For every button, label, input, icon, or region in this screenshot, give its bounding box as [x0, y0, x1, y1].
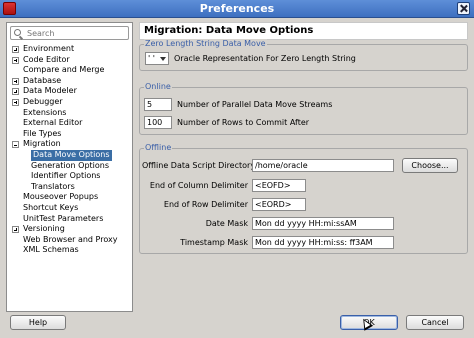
expand-icon[interactable] [12, 226, 19, 234]
col-delim-input[interactable] [253, 180, 305, 191]
zero-length-combo-value: ' ' [148, 54, 155, 63]
window-title: Preferences [199, 2, 275, 15]
expand-icon[interactable] [12, 88, 19, 96]
tree-item[interactable]: Compare and Merge [7, 65, 132, 76]
tree-item-label: Environment [23, 44, 75, 53]
page-title: Migration: Data Move Options [144, 25, 314, 36]
tree-item-label: Versioning [23, 224, 65, 234]
tree-item-label: Generation Options [31, 160, 110, 170]
ts-mask-input[interactable] [253, 237, 393, 248]
tree-item[interactable]: Data Move Options [7, 149, 132, 161]
search-field[interactable] [10, 26, 129, 40]
tree-item[interactable]: Generation Options [7, 161, 132, 172]
page-title-bar: Migration: Data Move Options [139, 22, 468, 40]
tree-item[interactable]: Identifier Options [7, 171, 132, 182]
offline-group: Offline Offline Data Script Directory Ch… [139, 143, 468, 254]
tree-item-label: Mouseover Popups [23, 192, 99, 202]
streams-label: Number of Parallel Data Move Streams [177, 100, 333, 109]
tree-item-label: Translators [31, 181, 75, 191]
expand-icon[interactable] [12, 77, 19, 85]
row-delim-field[interactable] [252, 198, 306, 211]
ts-mask-field[interactable] [252, 236, 394, 249]
close-icon[interactable] [457, 2, 470, 15]
tree-item[interactable]: XML Schemas [7, 245, 132, 256]
tree-item[interactable]: UnitTest Parameters [7, 214, 132, 225]
ts-mask-label: Timestamp Mask [180, 238, 248, 247]
tree-item-label: Identifier Options [31, 171, 101, 181]
online-group-label: Online [144, 82, 172, 91]
tree-item-label: External Editor [23, 118, 83, 128]
tree-item[interactable]: Mouseover Popups [7, 192, 132, 203]
online-group: Online Number of Parallel Data Move Stre… [139, 82, 468, 135]
tree-item[interactable]: Environment [7, 44, 132, 55]
streams-field[interactable] [144, 98, 172, 111]
tree-item-label: Compare and Merge [23, 65, 105, 75]
tree-item[interactable]: Translators [7, 182, 132, 193]
row-delim-label: End of Row Delimiter [163, 200, 248, 209]
rows-label: Number of Rows to Commit After [177, 118, 310, 127]
tree-item-label: Migration [23, 139, 61, 149]
col-delim-label: End of Column Delimiter [149, 181, 248, 190]
tree-item-label: Data Modeler [23, 86, 77, 96]
row-delim-input[interactable] [253, 199, 305, 210]
tree-item-label: File Types [23, 128, 62, 138]
date-mask-field[interactable] [252, 217, 394, 230]
tree-item[interactable]: Web Browser and Proxy [7, 235, 132, 246]
preferences-dialog: EnvironmentCode EditorCompare and MergeD… [0, 18, 474, 338]
tree-item-label: Extensions [23, 107, 67, 117]
tree-item[interactable]: Versioning [7, 224, 132, 235]
rows-input[interactable] [145, 117, 171, 128]
zero-length-combo[interactable]: ' ' [145, 52, 169, 65]
tree-item[interactable]: Debugger [7, 97, 132, 108]
cancel-button[interactable]: Cancel [406, 315, 464, 330]
tree-item-label: Database [23, 75, 62, 85]
help-button[interactable]: Help [10, 315, 66, 330]
title-bar: Preferences [0, 0, 474, 18]
tree-item[interactable]: Data Modeler [7, 86, 132, 97]
zero-length-label: Oracle Representation For Zero Length St… [174, 54, 356, 63]
expand-icon[interactable] [12, 98, 19, 106]
tree-item-label: UnitTest Parameters [23, 213, 104, 223]
expand-icon[interactable] [12, 46, 19, 53]
tree-item[interactable]: Migration [7, 139, 132, 150]
rows-field[interactable] [144, 116, 172, 129]
zero-length-group-label: Zero Length String Data Move [144, 39, 267, 48]
tree-item-label: Debugger [23, 96, 63, 106]
search-icon [14, 29, 21, 36]
tree-item-label: Shortcut Keys [23, 202, 79, 212]
script-dir-field[interactable] [252, 159, 394, 172]
collapse-icon[interactable] [12, 141, 19, 149]
search-input[interactable] [27, 27, 127, 39]
expand-icon[interactable] [12, 56, 19, 64]
tree-item-label: Code Editor [23, 54, 70, 64]
date-mask-label: Date Mask [205, 219, 248, 228]
tree-item-label: XML Schemas [23, 245, 79, 255]
tree-item[interactable]: Shortcut Keys [7, 203, 132, 214]
tree-item[interactable]: Extensions [7, 108, 132, 119]
tree-item-label: Web Browser and Proxy [23, 234, 118, 244]
tree-item[interactable]: Code Editor [7, 55, 132, 66]
zero-length-group: Zero Length String Data Move ' ' Oracle … [139, 39, 468, 71]
help-button-label: Help [28, 318, 48, 327]
script-dir-input[interactable] [253, 160, 393, 171]
script-dir-label: Offline Data Script Directory [142, 161, 256, 170]
tree-item-label: Data Move Options [31, 149, 112, 161]
date-mask-input[interactable] [253, 218, 393, 229]
chevron-down-icon [160, 57, 166, 61]
tree-item[interactable]: Database [7, 76, 132, 87]
col-delim-field[interactable] [252, 179, 306, 192]
choose-button[interactable]: Choose... [402, 158, 458, 173]
streams-input[interactable] [145, 99, 171, 110]
offline-group-label: Offline [144, 143, 173, 152]
tree-item[interactable]: External Editor [7, 118, 132, 129]
categories-panel: EnvironmentCode EditorCompare and MergeD… [6, 22, 133, 312]
category-tree: Environment Code Editor Compare and Merge D… [7, 44, 132, 256]
tree-item[interactable]: File Types [7, 129, 132, 140]
